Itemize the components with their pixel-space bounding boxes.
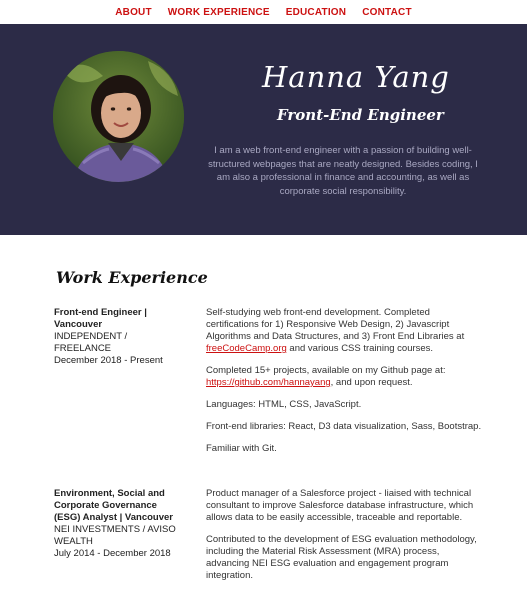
github-link[interactable]: https://github.com/hannayang [206,377,331,388]
job-1-p1-text-b: and various CSS training courses. [286,343,434,354]
profile-photo-illustration [53,51,184,182]
nav-link-about[interactable]: ABOUT [115,7,152,18]
job-1-paragraph-1: Self-studying web front-end development.… [206,307,482,355]
top-nav: ABOUT WORK EXPERIENCE EDUCATION CONTACT [0,0,527,24]
work-experience-heading: Work Experience [56,268,208,287]
job-2-description: Product manager of a Salesforce project … [206,488,482,592]
job-1-dates: December 2018 - Present [54,355,163,366]
job-1-paragraph-3: Languages: HTML, CSS, JavaScript. [206,399,362,410]
job-1-p1-text-a: Self-studying web front-end development.… [206,307,465,342]
nav-link-education[interactable]: EDUCATION [286,7,347,18]
job-1-p2-text-b: , and upon request. [330,377,413,388]
hero-bio: I am a web front-end engineer with a pas… [208,145,478,197]
job-1-title: Front-end Engineer | Vancouver [54,307,147,330]
nav-link-work-experience[interactable]: WORK EXPERIENCE [168,7,270,18]
job-2-paragraph-2: Contributed to the development of ESG ev… [206,534,477,581]
hero-role: Front-End Engineer [277,106,444,124]
job-2-title: Environment, Social and Corporate Govern… [54,488,173,523]
job-2-dates: July 2014 - December 2018 [54,548,171,559]
job-1-summary: Front-end Engineer | Vancouver INDEPENDE… [54,307,184,367]
job-1-paragraph-5: Familiar with Git. [206,443,277,454]
job-2-company: NEI INVESTMENTS / AVISO WEALTH [54,524,176,547]
job-1-p2-text-a: Completed 15+ projects, available on my … [206,365,446,376]
profile-photo [53,51,184,182]
job-1-paragraph-4: Front-end libraries: React, D3 data visu… [206,421,482,432]
job-1-description: Self-studying web front-end development.… [206,307,482,465]
job-1-paragraph-2: Completed 15+ projects, available on my … [206,365,482,389]
nav-link-contact[interactable]: CONTACT [362,7,412,18]
freecodecamp-link[interactable]: freeCodeCamp.org [206,343,287,354]
job-2-paragraph-1: Product manager of a Salesforce project … [206,488,474,523]
job-1-company: INDEPENDENT / FREELANCE [54,331,128,354]
hero-name: Hanna Yang [262,60,450,94]
job-2-summary: Environment, Social and Corporate Govern… [54,488,184,560]
hero-banner: Hanna Yang Front-End Engineer I am a web… [0,24,527,235]
